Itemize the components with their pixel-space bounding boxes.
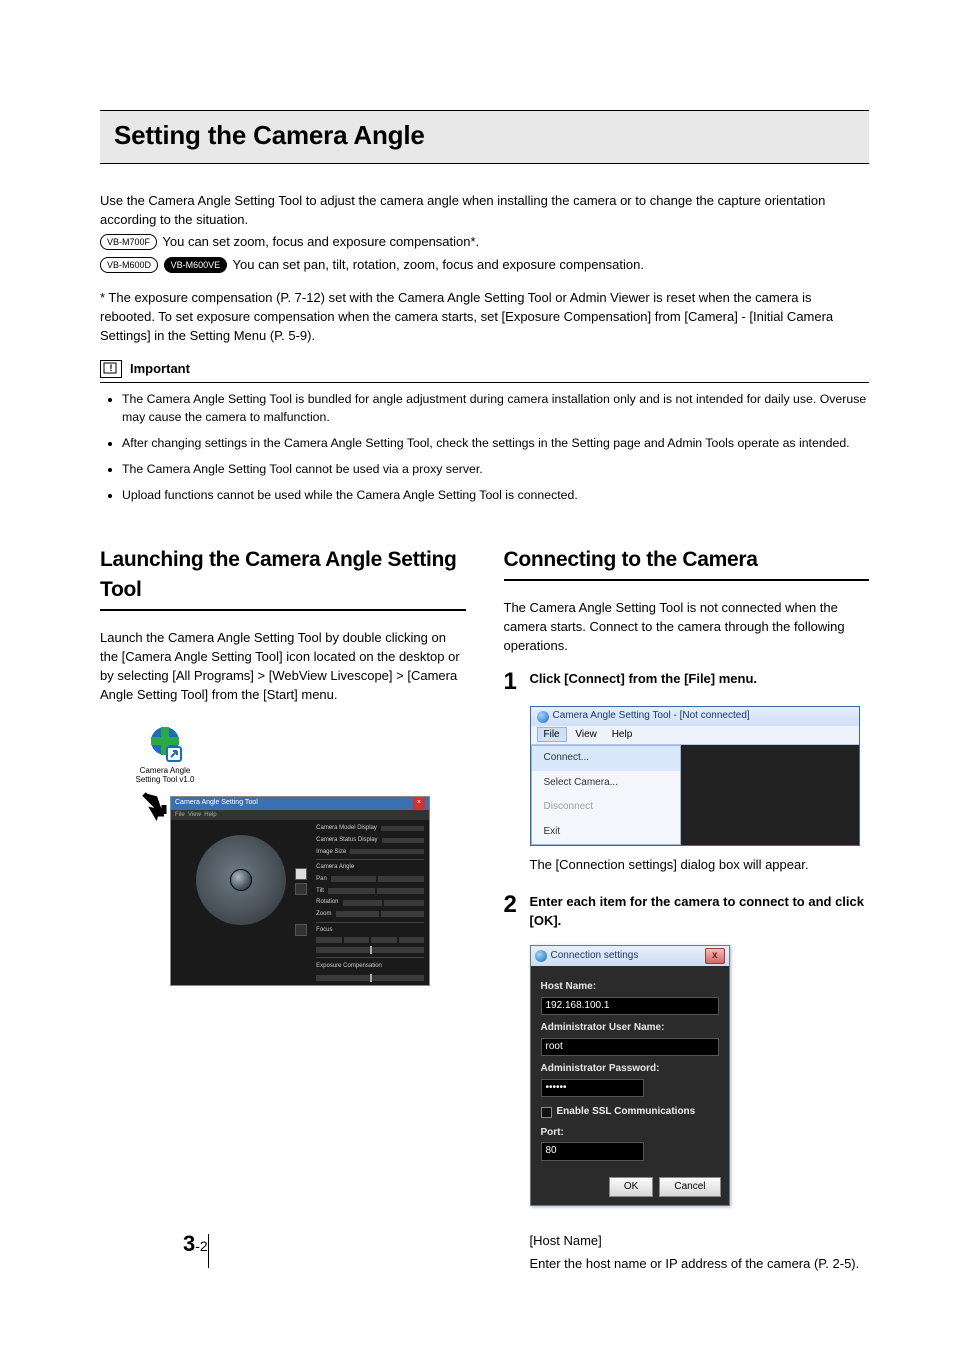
menu-view[interactable]: View <box>569 728 603 741</box>
footnote: * The exposure compensation (P. 7-12) se… <box>100 289 869 346</box>
badge-vb-m600ve: VB-M600VE <box>164 257 228 273</box>
svg-text:!: ! <box>110 363 113 373</box>
important-list: The Camera Angle Setting Tool is bundled… <box>100 391 869 504</box>
cancel-button[interactable]: Cancel <box>659 1177 720 1198</box>
intro-line-3-text: You can set pan, tilt, rotation, zoom, f… <box>229 257 644 272</box>
section-heading-connect: Connecting to the Camera <box>504 545 870 581</box>
intro-line-2: VB-M700F You can set zoom, focus and exp… <box>100 233 869 252</box>
file-menu-screenshot: Camera Angle Setting Tool - [Not connect… <box>530 706 860 846</box>
ssl-label: Enable SSL Communications <box>557 1105 696 1120</box>
important-item: The Camera Angle Setting Tool cannot be … <box>122 461 869 479</box>
badge-vb-m600d: VB-M600D <box>100 257 158 273</box>
step-2: 2 Enter each item for the camera to conn… <box>504 893 870 1278</box>
chapter-number: 3 <box>183 1231 195 1256</box>
launch-description: Launch the Camera Angle Setting Tool by … <box>100 629 466 704</box>
arrow-down-icon <box>136 790 172 826</box>
preview-dark-area <box>681 745 859 845</box>
important-item: The Camera Angle Setting Tool is bundled… <box>122 391 869 427</box>
step-1-text: Click [Connect] from the [File] menu. <box>530 670 870 689</box>
port-field[interactable]: 80 <box>541 1142 644 1161</box>
page-number-divider <box>208 1234 209 1268</box>
window-title: Camera Angle Setting Tool - [Not connect… <box>553 709 750 724</box>
menu-help[interactable]: Help <box>606 728 639 741</box>
admin-user-label: Administrator User Name: <box>541 1021 719 1036</box>
host-name-field[interactable]: 192.168.100.1 <box>541 997 719 1016</box>
port-label: Port: <box>541 1126 719 1141</box>
file-dropdown[interactable]: Connect... Select Camera... Disconnect E… <box>531 745 681 845</box>
host-name-label: Host Name: <box>541 980 719 995</box>
step-2-text: Enter each item for the camera to connec… <box>530 893 870 931</box>
connection-settings-dialog[interactable]: Connection settings x Host Name: 192.168… <box>530 945 730 1207</box>
window-titlebar[interactable]: Camera Angle Setting Tool × <box>171 797 429 809</box>
menuitem-disconnect: Disconnect <box>532 795 680 820</box>
window-titlebar: Camera Angle Setting Tool - [Not connect… <box>531 707 859 726</box>
app-orb-icon <box>535 950 547 962</box>
important-label: Important <box>130 360 190 379</box>
ok-button[interactable]: OK <box>609 1177 653 1198</box>
important-block: ! Important The Camera Angle Setting Too… <box>100 360 869 505</box>
dialog-title: Connection settings <box>551 949 639 964</box>
connect-description: The Camera Angle Setting Tool is not con… <box>504 599 870 656</box>
controls-pane[interactable]: Camera Model Display Camera Status Displ… <box>311 820 429 985</box>
desktop-shortcut-icon[interactable]: Camera Angle Setting Tool v1.0 <box>130 721 200 785</box>
camera-angle-tool-window[interactable]: Camera Angle Setting Tool × File View He… <box>170 796 430 986</box>
icon-label-2: Setting Tool v1.0 <box>130 776 200 785</box>
host-name-definition: [Host Name] Enter the host name or IP ad… <box>530 1232 870 1274</box>
menuitem-exit[interactable]: Exit <box>532 820 680 845</box>
admin-pass-field[interactable]: •••••• <box>541 1079 644 1098</box>
important-item: After changing settings in the Camera An… <box>122 435 869 453</box>
badge-vb-m700f: VB-M700F <box>100 234 157 250</box>
right-column: Connecting to the Camera The Camera Angl… <box>504 545 870 1279</box>
section-heading-launch: Launching the Camera Angle Setting Tool <box>100 545 466 612</box>
menuitem-select-camera[interactable]: Select Camera... <box>532 771 680 796</box>
def-desc: Enter the host name or IP address of the… <box>530 1255 870 1274</box>
intro-line-3: VB-M600D VB-M600VE You can set pan, tilt… <box>100 256 869 275</box>
page-title-bar: Setting the Camera Angle <box>100 110 869 164</box>
intro-line-1: Use the Camera Angle Setting Tool to adj… <box>100 192 869 230</box>
def-term: [Host Name] <box>530 1232 870 1251</box>
page-no: -2 <box>195 1238 207 1254</box>
step-1-result: The [Connection settings] dialog box wil… <box>530 856 870 875</box>
important-item: Upload functions cannot be used while th… <box>122 487 869 505</box>
close-icon[interactable]: x <box>705 948 725 965</box>
close-icon[interactable]: × <box>413 798 425 808</box>
menuitem-connect[interactable]: Connect... <box>532 746 680 771</box>
left-column: Launching the Camera Angle Setting Tool … <box>100 545 466 1279</box>
camera-angle-tool-icon <box>143 721 187 765</box>
menubar[interactable]: File View Help <box>531 726 859 746</box>
preview-pane[interactable] <box>171 820 311 940</box>
step-number: 1 <box>504 670 520 694</box>
step-number: 2 <box>504 893 520 917</box>
admin-user-field[interactable]: root <box>541 1038 719 1057</box>
window-title: Camera Angle Setting Tool <box>175 798 258 808</box>
intro: Use the Camera Angle Setting Tool to adj… <box>100 192 869 275</box>
step-1: 1 Click [Connect] from the [File] menu. … <box>504 670 870 880</box>
footnote-text: * The exposure compensation (P. 7-12) se… <box>100 289 869 346</box>
important-header: ! Important <box>100 360 869 384</box>
warning-icon: ! <box>100 360 122 378</box>
page-number: 3-2 <box>183 1228 208 1260</box>
admin-pass-label: Administrator Password: <box>541 1062 719 1077</box>
menu-file[interactable]: File <box>537 727 567 742</box>
page-title: Setting the Camera Angle <box>114 117 855 155</box>
intro-line-2-text: You can set zoom, focus and exposure com… <box>159 234 479 249</box>
ssl-checkbox[interactable] <box>541 1107 552 1118</box>
app-orb-icon <box>537 711 549 723</box>
dialog-titlebar[interactable]: Connection settings x <box>531 946 729 967</box>
